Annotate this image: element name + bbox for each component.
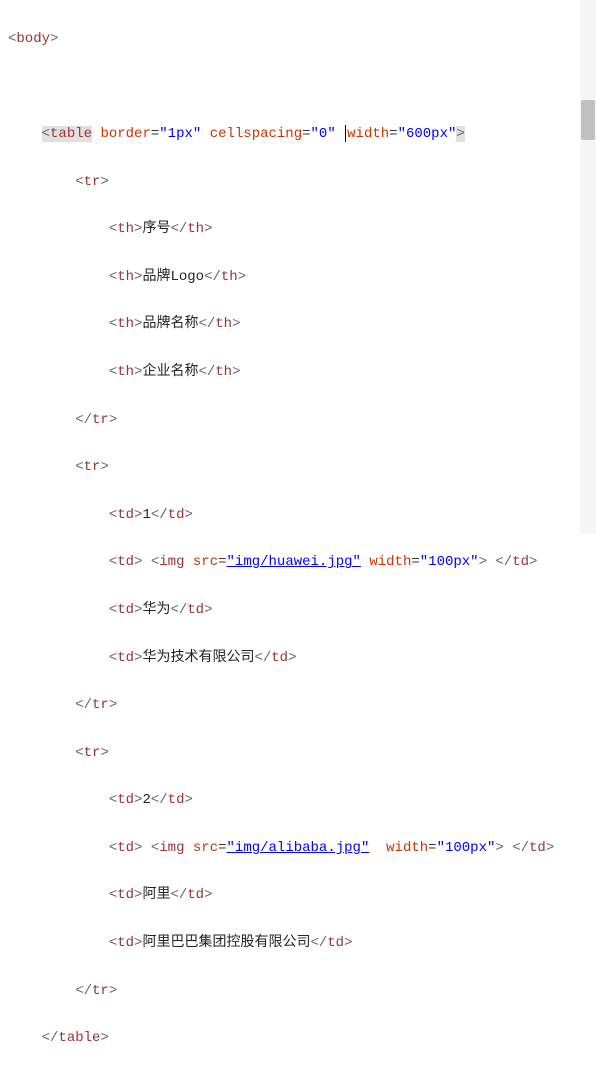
code-line[interactable]: <body> — [8, 28, 596, 52]
code-editor[interactable]: <body> <table border="1px" cellspacing="… — [0, 0, 596, 1068]
code-line[interactable]: <td>阿里巴巴集团控股有限公司</td> — [8, 932, 596, 956]
code-line[interactable]: </tr> — [8, 694, 596, 718]
code-line[interactable]: <td>华为</td> — [8, 599, 596, 623]
scrollbar-vertical[interactable] — [580, 0, 596, 534]
code-line[interactable]: <th>品牌Logo</th> — [8, 266, 596, 290]
highlighted-tag-close: > — [456, 126, 464, 142]
code-line[interactable]: <td> <img src="img/huawei.jpg" width="10… — [8, 551, 596, 575]
code-line[interactable]: <td>阿里</td> — [8, 884, 596, 908]
code-line[interactable]: <td>华为技术有限公司</td> — [8, 647, 596, 671]
highlighted-tag-open: <table — [42, 126, 92, 142]
scrollbar-thumb[interactable] — [581, 100, 595, 140]
code-line[interactable]: <th>序号</th> — [8, 218, 596, 242]
code-line[interactable]: </tr> — [8, 409, 596, 433]
code-line[interactable]: <tr> — [8, 456, 596, 480]
code-line[interactable]: <tr> — [8, 742, 596, 766]
code-line[interactable]: <td> <img src="img/alibaba.jpg" width="1… — [8, 837, 596, 861]
code-line[interactable]: <table border="1px" cellspacing="0" widt… — [8, 123, 596, 147]
code-line[interactable]: <td>2</td> — [8, 789, 596, 813]
text-cursor — [345, 125, 346, 142]
code-line[interactable] — [8, 75, 596, 99]
code-line[interactable]: <td>1</td> — [8, 504, 596, 528]
code-line[interactable]: </table> — [8, 1027, 596, 1051]
code-line[interactable]: <th>品牌名称</th> — [8, 313, 596, 337]
code-line[interactable]: <th>企业名称</th> — [8, 361, 596, 385]
code-line[interactable]: <tr> — [8, 171, 596, 195]
code-line[interactable]: </tr> — [8, 980, 596, 1004]
